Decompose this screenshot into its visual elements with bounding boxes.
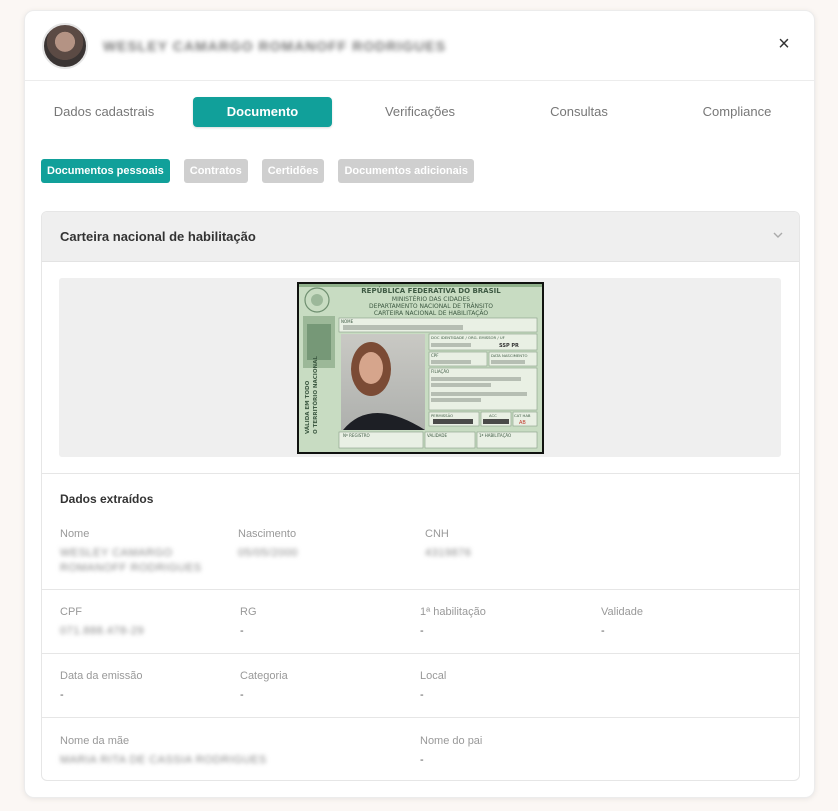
license-primeira-label: 1ª HABILITAÇÃO [479, 433, 511, 438]
field-validade: Validade - [601, 606, 771, 639]
field-cpf: CPF 071.888.478-29 [60, 606, 230, 639]
field-nome: Nome WESLEY CAMARGO ROMANOFF RODRIGUES [60, 528, 230, 576]
license-permissao-label: PERMISSÃO [431, 413, 453, 418]
license-nasc-label: DATA NASCIMENTO [491, 353, 527, 358]
license-title-4: CARTEIRA NACIONAL DE HABILITAÇÃO [374, 310, 489, 317]
field-local: Local - [420, 670, 590, 703]
divider [42, 717, 799, 718]
field-label: Categoria [240, 670, 288, 682]
field-value: MARIA RITA DE CASSIA RODRIGUES [60, 754, 267, 766]
document-preview: REPÚBLICA FEDERATIVA DO BRASIL MINISTÉRI… [59, 278, 781, 457]
field-nome-mae: Nome da mãe MARIA RITA DE CASSIA RODRIGU… [60, 735, 310, 768]
person-name: WESLEY CAMARGO ROMANOFF RODRIGUES [103, 37, 447, 54]
field-value: 05/05/2000 [238, 547, 299, 559]
subtab-contratos[interactable]: Contratos [183, 159, 248, 183]
close-icon[interactable]: × [774, 34, 794, 55]
license-doc-label: DOC IDENTIDADE / ORG. EMISSOR / UF [431, 335, 505, 340]
field-label: Nascimento [238, 528, 297, 540]
tab-compliance[interactable]: Compliance [689, 97, 785, 127]
subtab-documentos-adicionais[interactable]: Documentos adicionais [338, 159, 474, 183]
cnh-card-header[interactable]: Carteira nacional de habilitação [42, 212, 799, 262]
field-data-emissao: Data da emissão - [60, 670, 230, 703]
profile-modal: WESLEY CAMARGO ROMANOFF RODRIGUES × Dado… [24, 10, 815, 798]
modal-header: WESLEY CAMARGO ROMANOFF RODRIGUES × [25, 11, 814, 81]
license-nome-label: NOME [341, 319, 354, 324]
field-value: - [420, 625, 424, 637]
avatar [42, 22, 88, 69]
tab-verificacoes[interactable]: Verificações [365, 97, 475, 127]
field-label: Nome da mãe [60, 735, 130, 747]
field-value: - [601, 625, 605, 637]
tab-consultas[interactable]: Consultas [530, 97, 628, 127]
subtab-documentos-pessoais[interactable]: Documentos pessoais [41, 159, 170, 183]
divider [42, 589, 799, 590]
field-label: Nome do pai [420, 735, 483, 747]
tab-documento[interactable]: Documento [193, 97, 332, 127]
license-registro-label: Nº REGISTRO [343, 433, 370, 438]
field-primeira-habilitacao: 1ª habilitação - [420, 606, 590, 639]
field-label: CNH [425, 528, 449, 540]
field-value: 071.888.478-29 [60, 625, 145, 637]
chevron-down-icon[interactable] [771, 228, 785, 242]
field-label: Local [420, 670, 447, 682]
tab-dados-cadastrais[interactable]: Dados cadastrais [45, 97, 163, 127]
field-value: - [240, 625, 244, 637]
license-cpf-label: CPF [431, 353, 439, 358]
field-label: Data da emissão [60, 670, 143, 682]
field-label: 1ª habilitação [420, 606, 486, 618]
card-title: Carteira nacional de habilitação [60, 229, 256, 244]
license-doc-uf: SSP PR [499, 343, 519, 349]
cnh-card: Carteira nacional de habilitação REPÚBLI… [41, 211, 800, 781]
license-side-2: O TERRITÓRIO NACIONAL [312, 356, 319, 434]
divider [42, 473, 799, 474]
field-value: - [420, 754, 424, 766]
field-label: Nome [60, 528, 90, 540]
document-subtabs: Documentos pessoais Contratos Certidões … [41, 159, 474, 183]
field-label: Validade [601, 606, 643, 618]
license-cathab-value: AB [519, 420, 526, 426]
license-side-1: VÁLIDA EM TODO [304, 380, 311, 434]
field-cnh: CNH 4319876 [425, 528, 595, 561]
field-label: RG [240, 606, 257, 618]
license-drawing: REPÚBLICA FEDERATIVA DO BRASIL MINISTÉRI… [299, 284, 542, 452]
field-rg: RG - [240, 606, 410, 639]
subtab-certidoes[interactable]: Certidões [261, 159, 325, 183]
license-title-2: MINISTÉRIO DAS CIDADES [392, 295, 470, 303]
field-nome-pai: Nome do pai - [420, 735, 590, 768]
main-tabs: Dados cadastrais Documento Verificações … [25, 97, 814, 127]
field-value: - [420, 689, 424, 701]
license-filiacao-label: FILIAÇÃO [431, 369, 449, 374]
license-cathab-label: CAT HAB [514, 413, 531, 418]
license-title-1: REPÚBLICA FEDERATIVA DO BRASIL [361, 286, 501, 295]
license-image[interactable]: REPÚBLICA FEDERATIVA DO BRASIL MINISTÉRI… [297, 282, 544, 454]
field-categoria: Categoria - [240, 670, 410, 703]
field-label: CPF [60, 606, 82, 618]
field-nascimento: Nascimento 05/05/2000 [238, 528, 408, 561]
field-value: - [240, 689, 244, 701]
license-acc-label: ACC [489, 413, 497, 418]
license-title-3: DEPARTAMENTO NACIONAL DE TRÂNSITO [369, 303, 493, 310]
divider [42, 653, 799, 654]
field-value: - [60, 689, 64, 701]
extracted-data-title: Dados extraídos [60, 492, 154, 506]
license-validade-label: VALIDADE [427, 433, 447, 438]
field-value: 4319876 [425, 547, 472, 559]
field-value: WESLEY CAMARGO ROMANOFF RODRIGUES [60, 547, 202, 574]
